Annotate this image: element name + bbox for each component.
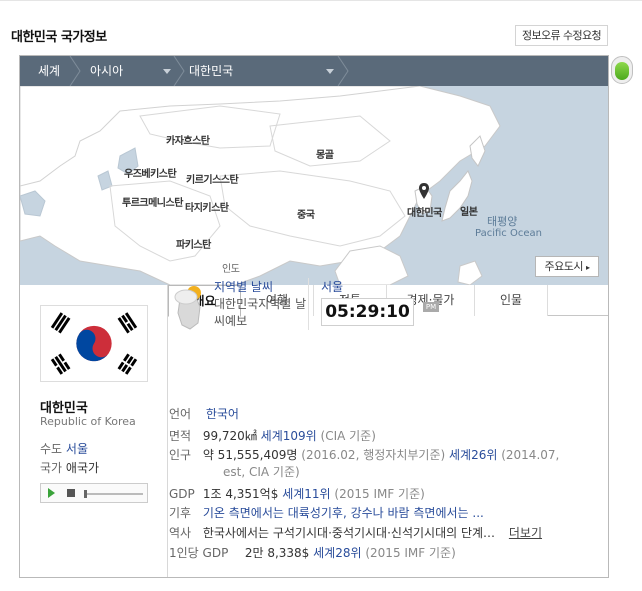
breadcrumb-separator [68,56,82,86]
korea-flag [40,305,148,382]
population-value: 약 51,555,409명 [202,448,298,462]
flag-image [41,308,147,379]
anthem-name: 애국가 [65,461,100,475]
area-rank-link[interactable]: 세계109위 [261,429,317,443]
population-note: (2016.02, 행정자치부기준) [301,448,446,462]
population-rank-link[interactable]: 세계26위 [449,448,497,462]
page-title: 대한민국 국가정보 [11,30,107,45]
chevron-down-icon[interactable] [163,69,171,74]
toggle-knob [615,62,629,80]
info-population-row: 인구 약 51,555,409명 (2016.02, 행정자치부기준) 세계26… [169,446,559,463]
info-language-row: 언어 한국어 [169,405,239,422]
tab-people[interactable]: 인물 [475,285,548,316]
regional-weather-link[interactable]: 지역별 날씨 [214,278,273,295]
history-label: 역사 [169,526,192,540]
map-label-uzbekistan[interactable]: 우즈베키스탄 [124,165,177,180]
country-name: 대한민국 [40,401,88,416]
anthem-label: 국가 [40,461,63,475]
breadcrumb-separator [172,56,186,86]
language-link[interactable]: 한국어 [206,407,239,421]
am-pm-badge: PM [423,302,439,312]
more-link[interactable]: 더보기 [509,526,542,540]
language-label: 언어 [169,407,192,421]
map-label-pakistan[interactable]: 파키스탄 [176,236,211,251]
map-toggle[interactable] [611,56,633,84]
info-area-row: 면적 99,720㎢ 세계109위 (CIA 기준) [169,427,376,444]
play-icon[interactable] [48,488,55,498]
gdp-per-capita-value: 2만 8,338$ [244,546,310,560]
breadcrumb-separator [336,56,350,86]
info-gdp-row: GDP 1조 4,351억$ 세계11위 (2015 IMF 기준) [169,485,425,502]
anthem-player [40,483,148,503]
gdp-per-capita-label: 1인당 GDP [169,546,229,560]
info-gdp-per-capita-row: 1인당 GDP 2만 8,338$ 세계28위 (2015 IMF 기준) [169,544,456,561]
anthem-row: 국가 애국가 [40,459,99,476]
population-note-cia: (2014.07, [501,448,560,462]
capital-link[interactable]: 서울 [66,442,88,456]
local-time-clock: 05:29:10 [321,298,414,326]
ocean-label-en: Pacific Ocean [475,228,542,239]
population-label: 인구 [169,448,192,462]
info-population-cont: est, CIA 기준) [223,463,300,480]
info-climate-row: 기후 기온 측면에서는 대륙성기후, 강수나 바람 측면에서는 ... [169,504,484,521]
gdp-value: 1조 4,351억$ [202,487,279,501]
gdp-per-capita-rank-link[interactable]: 세계28위 [313,546,361,560]
country-summary: 대한민국 Republic of Korea 수도 서울 국가 애국가 [20,285,168,577]
weather-divider [308,278,309,330]
cities-button-label: 주요도시 [544,260,584,273]
chevron-right-icon: ▸ [585,263,590,272]
breadcrumb-country[interactable]: 대한민국 [189,56,233,86]
gdp-per-capita-note: (2015 IMF 기준) [365,546,456,560]
top-divider [0,0,642,2]
map-label-india[interactable]: 인도 [222,260,240,275]
capital-label: 수도 [40,442,63,456]
country-name-en: Republic of Korea [40,415,136,428]
progress-track[interactable] [85,493,143,495]
info-history-row: 역사 한국사에서는 구석기시대·중석기시대·신석기시대의 단계… 더보기 [169,524,542,541]
map-label-kazakhstan[interactable]: 카자흐스탄 [166,132,210,147]
asia-map[interactable]: 카자흐스탄 우즈베키스탄 키르기스스탄 투르크메니스탄 타지키스탄 파키스탄 인… [20,86,608,285]
climate-link[interactable]: 기온 측면에서는 대륙성기후, 강수나 바람 측면에서는 ... [203,506,484,520]
map-land [20,86,501,285]
map-label-korea[interactable]: 대한민국 [407,204,442,219]
map-label-mongolia[interactable]: 몽골 [316,146,334,161]
map-label-china[interactable]: 중국 [297,206,315,221]
chevron-down-icon[interactable] [326,69,334,74]
weather-partly-cloudy-icon [174,286,201,330]
ocean-label-ko: 태평양 [487,215,518,228]
gdp-label: GDP [169,487,195,501]
population-note-cia-cont: est, CIA 기준) [223,465,300,479]
gdp-note: (2015 IMF 기준) [334,487,425,501]
map-label-turkmenistan[interactable]: 투르크메니스탄 [122,194,183,209]
area-value: 99,720㎢ [202,429,257,443]
major-cities-button[interactable]: 주요도시 ▸ [535,256,599,277]
map-label-tajikistan[interactable]: 타지키스탄 [185,199,229,214]
area-note: (CIA 기준) [320,429,376,443]
stop-icon[interactable] [67,489,75,497]
map-label-japan[interactable]: 일본 [460,203,478,218]
capital-row: 수도 서울 [40,440,88,457]
location-pin-icon[interactable] [418,182,430,200]
progress-knob[interactable] [84,490,87,498]
location-breadcrumb: 세계 아시아 대한민국 [20,56,608,86]
climate-label: 기후 [169,506,192,520]
area-label: 면적 [169,429,192,443]
map-label-kyrgyzstan[interactable]: 키르기스스탄 [186,171,239,186]
gdp-rank-link[interactable]: 세계11위 [282,487,330,501]
breadcrumb-world[interactable]: 세계 [38,56,60,86]
clock-city-link[interactable]: 서울 [321,278,343,295]
weather-subtitle: 대한민국지역별 날씨예보 [214,297,307,328]
breadcrumb-region[interactable]: 아시아 [90,56,123,86]
report-error-button[interactable]: 정보오류 수정요청 [515,25,608,46]
history-value: 한국사에서는 구석기시대·중석기시대·신석기시대의 단계… [202,526,496,540]
